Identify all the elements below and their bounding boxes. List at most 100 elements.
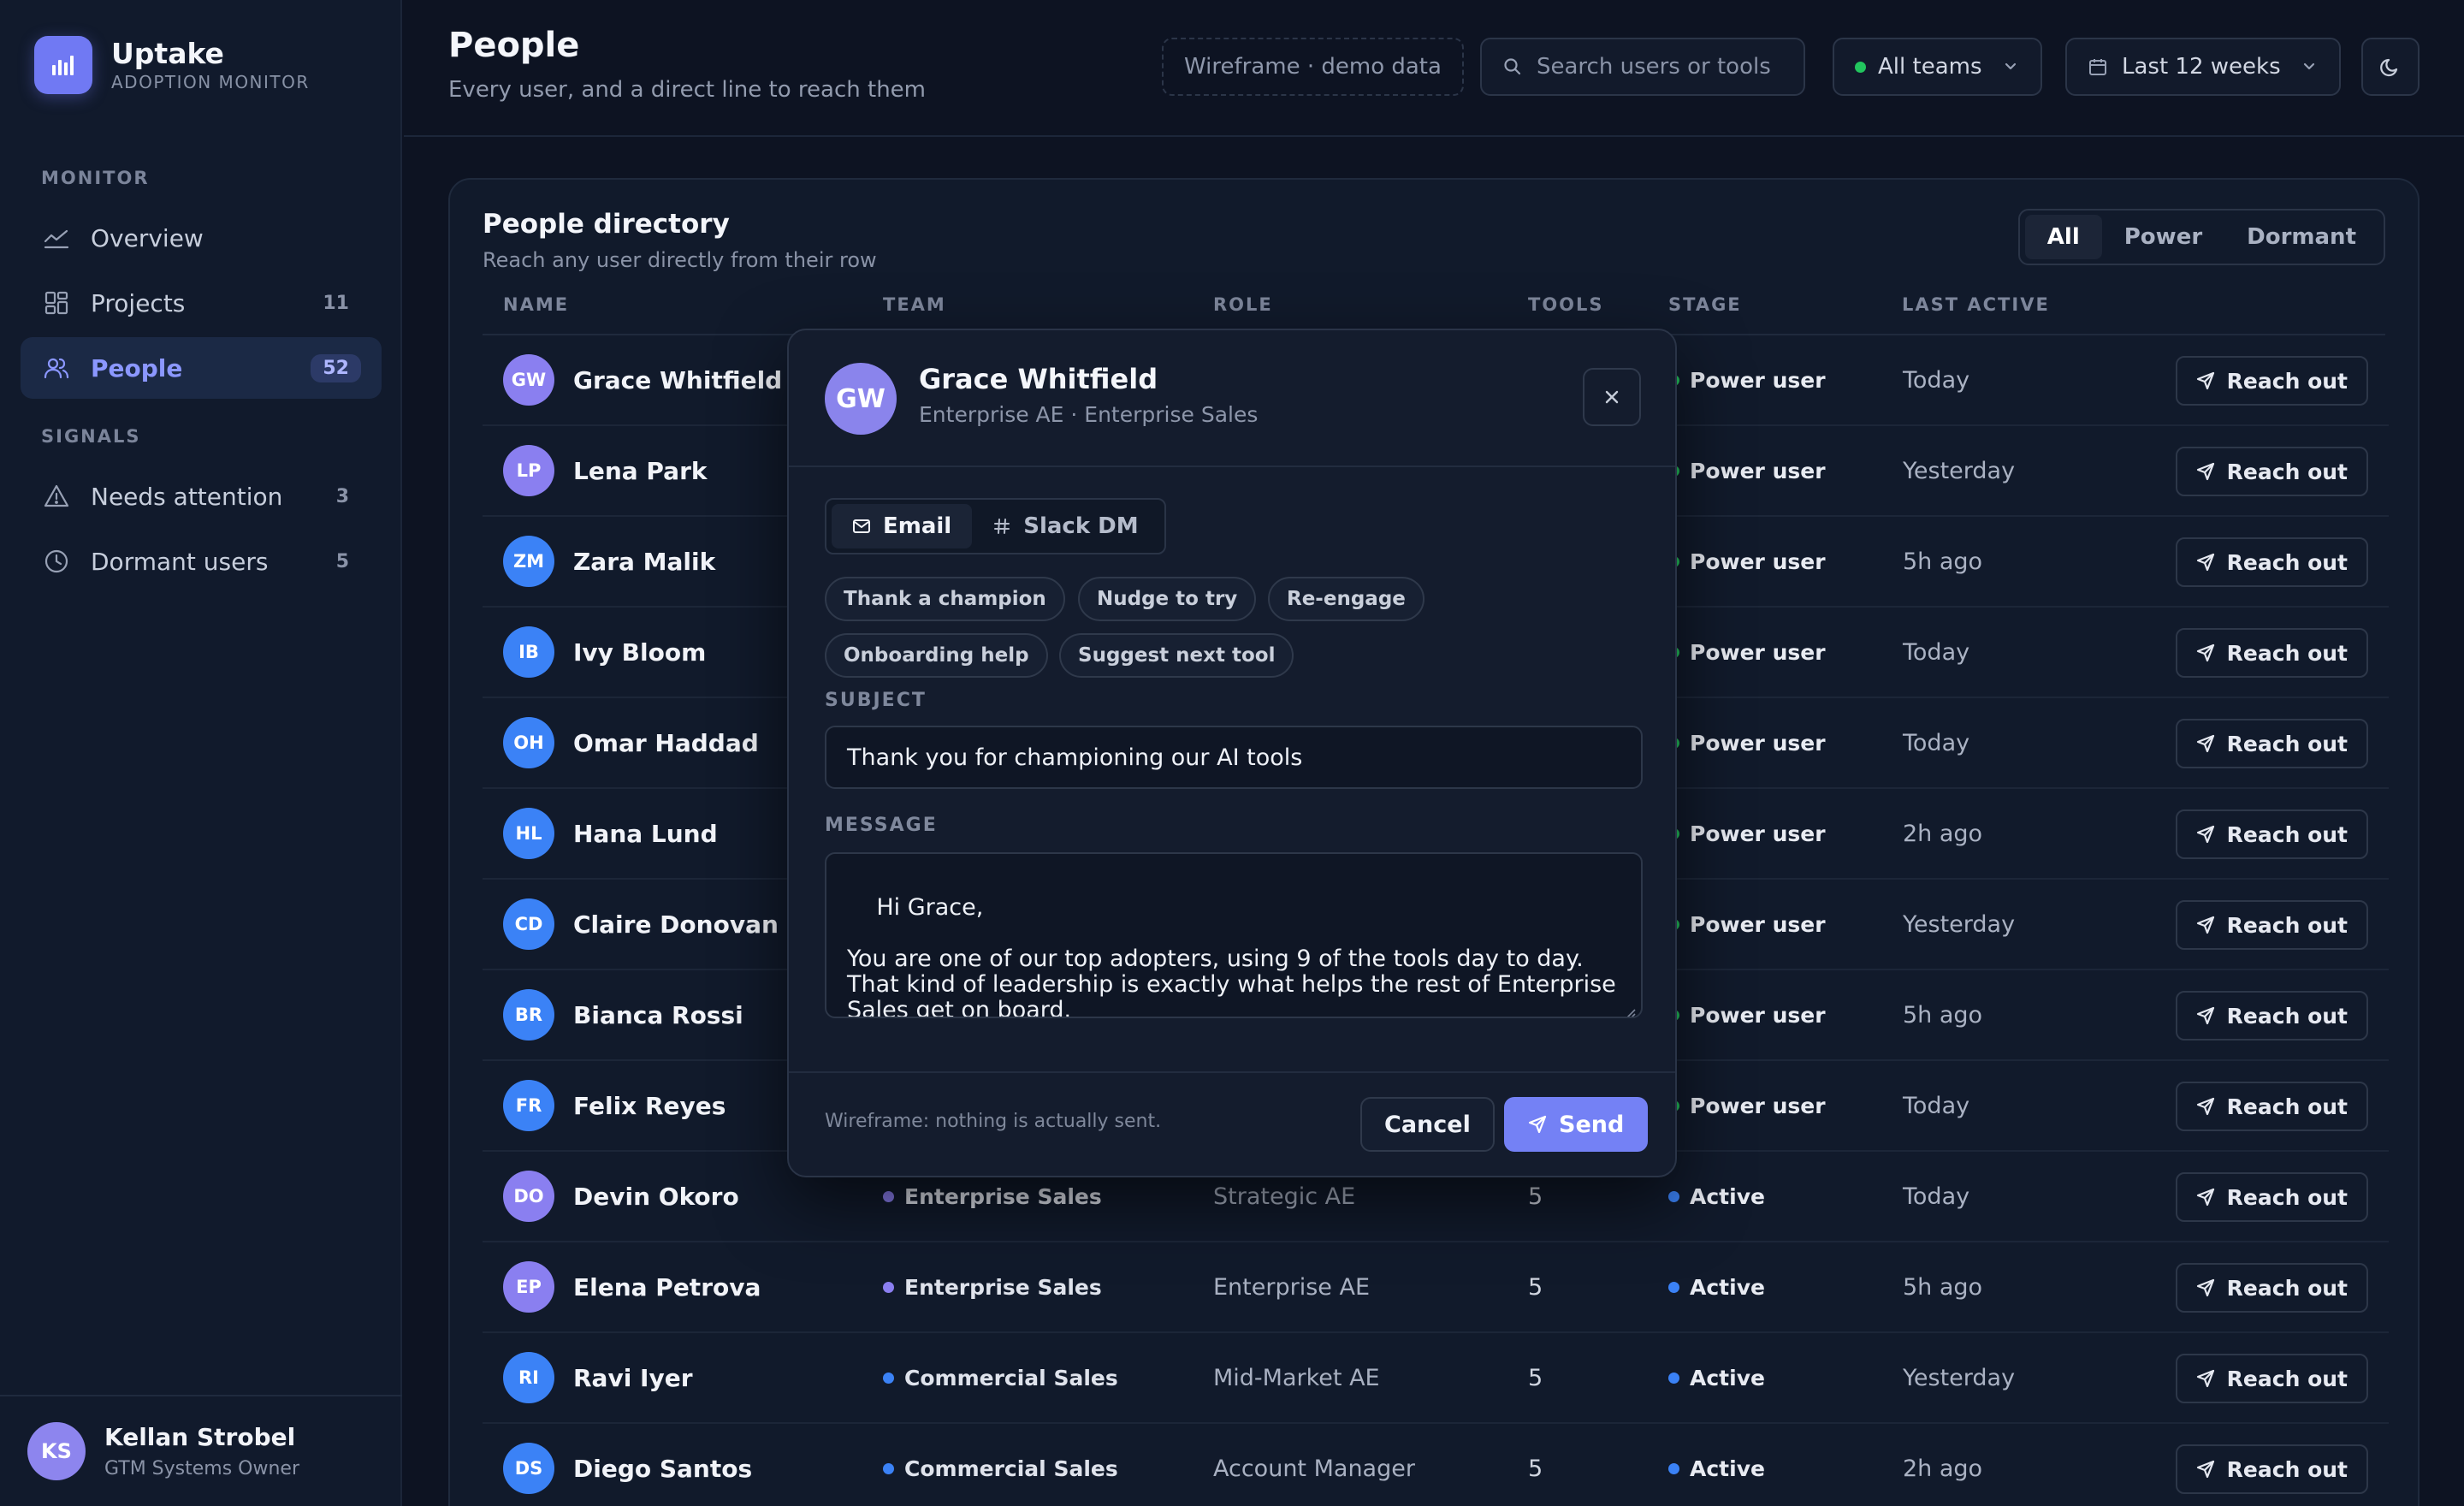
reach-out-button[interactable]: Reach out xyxy=(2175,1444,2368,1494)
table-row[interactable]: RI Ravi Iyer Commercial Sales Mid-Market AE… xyxy=(483,1333,2389,1424)
person-name[interactable]: Devin Okoro xyxy=(573,1183,739,1211)
cancel-button[interactable]: Cancel xyxy=(1360,1097,1495,1152)
date-filter-label: Last 12 weeks xyxy=(2122,54,2281,80)
send-icon xyxy=(2196,825,2215,844)
send-icon xyxy=(2196,1097,2215,1116)
reach-out-button[interactable]: Reach out xyxy=(2175,1082,2368,1131)
person-name[interactable]: Felix Reyes xyxy=(573,1092,726,1120)
person-name[interactable]: Hana Lund xyxy=(573,820,718,848)
page-subtitle: Every user, and a direct line to reach t… xyxy=(448,77,926,103)
column-header-tools[interactable]: TOOLS xyxy=(1528,294,1604,315)
reach-out-button[interactable]: Reach out xyxy=(2175,1354,2368,1403)
brand[interactable]: Uptake ADOPTION MONITOR xyxy=(34,36,310,94)
send-label: Send xyxy=(1559,1111,1625,1138)
reach-out-button[interactable]: Reach out xyxy=(2175,628,2368,678)
sidebar-item-label: Projects xyxy=(91,288,186,317)
person-name[interactable]: Grace Whitfield xyxy=(573,366,782,394)
date-range-dropdown[interactable]: Last 12 weeks xyxy=(2065,38,2341,96)
team-dot xyxy=(883,1281,894,1293)
send-icon xyxy=(2196,371,2215,390)
modal-note: Wireframe: nothing is actually sent. xyxy=(825,1111,1162,1132)
stage-label: Power user xyxy=(1690,639,1826,665)
person-name[interactable]: Claire Donovan xyxy=(573,910,779,939)
name-cell: CD Claire Donovan xyxy=(503,880,779,969)
tools-count: 5 xyxy=(1528,1273,1543,1301)
team-filter-label: All teams xyxy=(1878,54,1982,80)
person-name[interactable]: Elena Petrova xyxy=(573,1273,761,1301)
send-icon xyxy=(2196,734,2215,753)
column-header-team[interactable]: TEAM xyxy=(883,294,946,315)
reach-out-button[interactable]: Reach out xyxy=(2175,900,2368,950)
team-name: Commercial Sales xyxy=(904,1456,1118,1481)
sidebar-item-people[interactable]: People 52 xyxy=(21,337,382,399)
template-chip-re-engage[interactable]: Re-engage xyxy=(1268,577,1424,621)
name-cell: RI Ravi Iyer xyxy=(503,1333,693,1422)
sidebar-item-label: People xyxy=(91,353,183,382)
tab-all[interactable]: All xyxy=(2024,215,2102,259)
tab-slack-dm[interactable]: Slack DM xyxy=(972,504,1158,548)
template-chip-thank-a-champion[interactable]: Thank a champion xyxy=(825,577,1065,621)
sidebar-item-needs-attention[interactable]: Needs attention 3 xyxy=(21,465,382,527)
user-name: Kellan Strobel xyxy=(104,1423,296,1451)
reach-out-button[interactable]: Reach out xyxy=(2175,1172,2368,1222)
person-name[interactable]: Bianca Rossi xyxy=(573,1001,743,1029)
close-button[interactable] xyxy=(1583,368,1641,426)
reach-out-button[interactable]: Reach out xyxy=(2175,537,2368,587)
send-button[interactable]: Send xyxy=(1504,1097,1649,1152)
tab-power[interactable]: Power xyxy=(2102,215,2224,259)
stage-badge: Power user xyxy=(1668,698,1826,787)
reach-out-button[interactable]: Reach out xyxy=(2175,719,2368,768)
sidebar-item-label: Overview xyxy=(91,223,204,252)
stage-badge: Power user xyxy=(1668,970,1826,1059)
message-field[interactable]: Hi Grace, You are one of our top adopter… xyxy=(825,852,1643,1018)
tab-dormant[interactable]: Dormant xyxy=(2224,215,2378,259)
name-cell: DO Devin Okoro xyxy=(503,1152,739,1241)
sidebar-item-overview[interactable]: Overview xyxy=(21,207,382,269)
table-row[interactable]: DS Diego Santos Commercial Sales Account Ma… xyxy=(483,1424,2389,1506)
template-chip-suggest-next-tool[interactable]: Suggest next tool xyxy=(1059,633,1294,678)
person-name[interactable]: Lena Park xyxy=(573,457,708,485)
sidebar-item-count: 3 xyxy=(335,485,349,507)
team-filter-dropdown[interactable]: All teams xyxy=(1833,38,2042,96)
reach-out-button[interactable]: Reach out xyxy=(2175,809,2368,859)
column-header-last-active[interactable]: LAST ACTIVE xyxy=(1902,294,2050,315)
close-icon xyxy=(1602,387,1622,407)
last-active: Yesterday xyxy=(1903,457,2016,484)
resize-handle-icon[interactable] xyxy=(1624,999,1636,1017)
dashboard-grid-icon xyxy=(41,288,72,318)
person-name[interactable]: Omar Haddad xyxy=(573,729,759,757)
warning-triangle-icon xyxy=(41,481,72,512)
reach-out-button[interactable]: Reach out xyxy=(2175,991,2368,1041)
tab-email[interactable]: Email xyxy=(832,504,973,548)
person-name[interactable]: Ravi Iyer xyxy=(573,1364,693,1392)
bar-chart-logo-icon xyxy=(34,36,92,94)
column-header-name[interactable]: NAME xyxy=(503,294,569,315)
name-cell: DS Diego Santos xyxy=(503,1424,752,1506)
person-name[interactable]: Ivy Bloom xyxy=(573,638,706,667)
sidebar-item-dormant-users[interactable]: Dormant users 5 xyxy=(21,531,382,592)
template-chip-nudge-to-try[interactable]: Nudge to try xyxy=(1078,577,1257,621)
wireframe-badge: Wireframe · demo data xyxy=(1162,38,1464,96)
team-dot xyxy=(883,1462,894,1474)
reach-out-label: Reach out xyxy=(2226,1275,2348,1301)
column-header-stage[interactable]: STAGE xyxy=(1668,294,1742,315)
reach-out-button[interactable]: Reach out xyxy=(2175,447,2368,496)
stage-badge: Active xyxy=(1668,1424,1765,1506)
sidebar-item-projects[interactable]: Projects 11 xyxy=(21,272,382,334)
search-input[interactable]: Search users or tools xyxy=(1480,38,1805,96)
subject-field[interactable]: Thank you for championing our AI tools xyxy=(825,726,1643,789)
current-user[interactable]: KS Kellan Strobel GTM Systems Owner xyxy=(0,1395,402,1506)
column-header-role[interactable]: ROLE xyxy=(1213,294,1273,315)
person-name[interactable]: Diego Santos xyxy=(573,1455,752,1483)
person-name[interactable]: Zara Malik xyxy=(573,548,715,576)
team-dot xyxy=(883,1190,894,1202)
theme-toggle-button[interactable] xyxy=(2361,38,2420,96)
reach-out-button[interactable]: Reach out xyxy=(2175,1263,2368,1313)
reach-out-button[interactable]: Reach out xyxy=(2175,356,2368,406)
name-cell: BR Bianca Rossi xyxy=(503,970,743,1059)
last-active: 2h ago xyxy=(1903,1455,1983,1482)
stage-badge: Active xyxy=(1668,1333,1765,1422)
template-chip-onboarding-help[interactable]: Onboarding help xyxy=(825,633,1048,678)
last-active: 5h ago xyxy=(1903,1273,1983,1301)
table-row[interactable]: EP Elena Petrova Enterprise Sales Enterpris… xyxy=(483,1242,2389,1333)
